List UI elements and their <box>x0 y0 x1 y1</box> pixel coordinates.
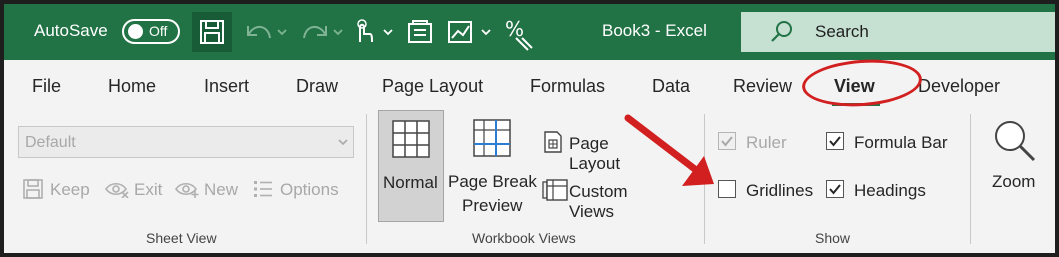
zoom-button[interactable]: Zoom <box>982 110 1048 222</box>
normal-label: Normal <box>383 173 438 192</box>
options-label: Options <box>280 180 339 199</box>
keep-label: Keep <box>50 180 90 199</box>
headings-check-box[interactable] <box>826 180 844 198</box>
tab-insert[interactable]: Insert <box>204 76 249 97</box>
normal-view-button[interactable]: Normal <box>378 110 444 222</box>
ruler-label: Ruler <box>746 133 787 152</box>
chart-button[interactable] <box>444 18 494 51</box>
tab-formulas[interactable]: Formulas <box>530 76 605 97</box>
touch-mode-button[interactable] <box>350 18 396 51</box>
sheet-view-group-label: Sheet View <box>146 230 217 246</box>
tab-file[interactable]: File <box>32 76 61 97</box>
redo-icon <box>303 26 343 39</box>
annotation-arrow <box>624 114 714 186</box>
chevron-down-icon <box>338 139 348 146</box>
redo-button[interactable] <box>298 18 344 51</box>
sheet-view-dropdown[interactable]: Default <box>18 126 354 158</box>
percent-icon: % <box>505 17 533 51</box>
headings-checkbox[interactable]: Headings <box>826 180 946 202</box>
save-icon <box>200 20 224 44</box>
tab-draw[interactable]: Draw <box>296 76 338 97</box>
chart-icon <box>448 21 491 43</box>
formula-bar-label: Formula Bar <box>854 133 948 152</box>
gridlines-checkbox[interactable]: Gridlines <box>718 180 828 202</box>
formula-bar-check-box[interactable] <box>826 132 844 150</box>
tab-page-layout[interactable]: Page Layout <box>382 76 483 97</box>
list-icon <box>254 181 272 197</box>
eye-add-icon <box>175 182 199 198</box>
svg-text:%: % <box>505 18 524 41</box>
form-button[interactable] <box>404 18 436 51</box>
normal-view-icon <box>392 120 430 158</box>
percent-format-button[interactable]: % <box>502 17 536 57</box>
page-break-preview-button[interactable]: Page Break Preview <box>444 110 540 222</box>
toggle-knob <box>128 24 143 39</box>
search-placeholder: Search <box>815 22 869 41</box>
custom-views-icon <box>542 179 568 201</box>
autosave-state: Off <box>149 23 168 39</box>
eye-icon <box>105 182 129 198</box>
formula-bar-checkbox[interactable]: Formula Bar <box>826 132 976 154</box>
document-title: Book3 - Excel <box>602 21 707 40</box>
autosave-label: AutoSave <box>34 21 108 40</box>
tab-data[interactable]: Data <box>652 76 690 97</box>
magnifier-icon <box>995 121 1036 162</box>
checkmark-icon <box>829 184 841 195</box>
save-button[interactable] <box>192 12 232 52</box>
form-icon <box>408 20 432 43</box>
zoom-label: Zoom <box>992 172 1036 191</box>
sheet-view-selected: Default <box>25 134 76 151</box>
undo-icon <box>247 26 287 39</box>
headings-label: Headings <box>854 181 926 200</box>
tab-developer[interactable]: Developer <box>918 76 1000 97</box>
keep-icon <box>23 179 43 199</box>
group-separator <box>366 114 367 244</box>
group-separator <box>970 114 971 244</box>
gridlines-label: Gridlines <box>746 181 814 200</box>
new-label: New <box>204 180 239 199</box>
tab-home[interactable]: Home <box>108 76 156 97</box>
touch-mode-icon <box>357 19 393 43</box>
search-icon <box>771 21 792 42</box>
excel-window: AutoSave Off % Book3 - Excel Search File… <box>4 4 1055 253</box>
exit-label: Exit <box>134 180 163 199</box>
page-break-label-line2: Preview <box>462 196 523 215</box>
autosave-toggle[interactable]: Off <box>122 19 180 44</box>
undo-button[interactable] <box>242 18 288 51</box>
title-bar: AutoSave Off % Book3 - Excel Search <box>4 4 1055 60</box>
tab-review[interactable]: Review <box>733 76 792 97</box>
ruler-checkbox[interactable]: Ruler <box>718 132 818 154</box>
checkmark-icon <box>829 136 841 147</box>
page-break-preview-icon <box>473 119 511 157</box>
page-break-label-line1: Page Break <box>448 172 537 191</box>
workbook-views-group-label: Workbook Views <box>472 230 576 246</box>
search-box[interactable]: Search <box>741 12 1055 52</box>
page-layout-icon <box>544 131 562 153</box>
show-group-label: Show <box>815 230 851 246</box>
